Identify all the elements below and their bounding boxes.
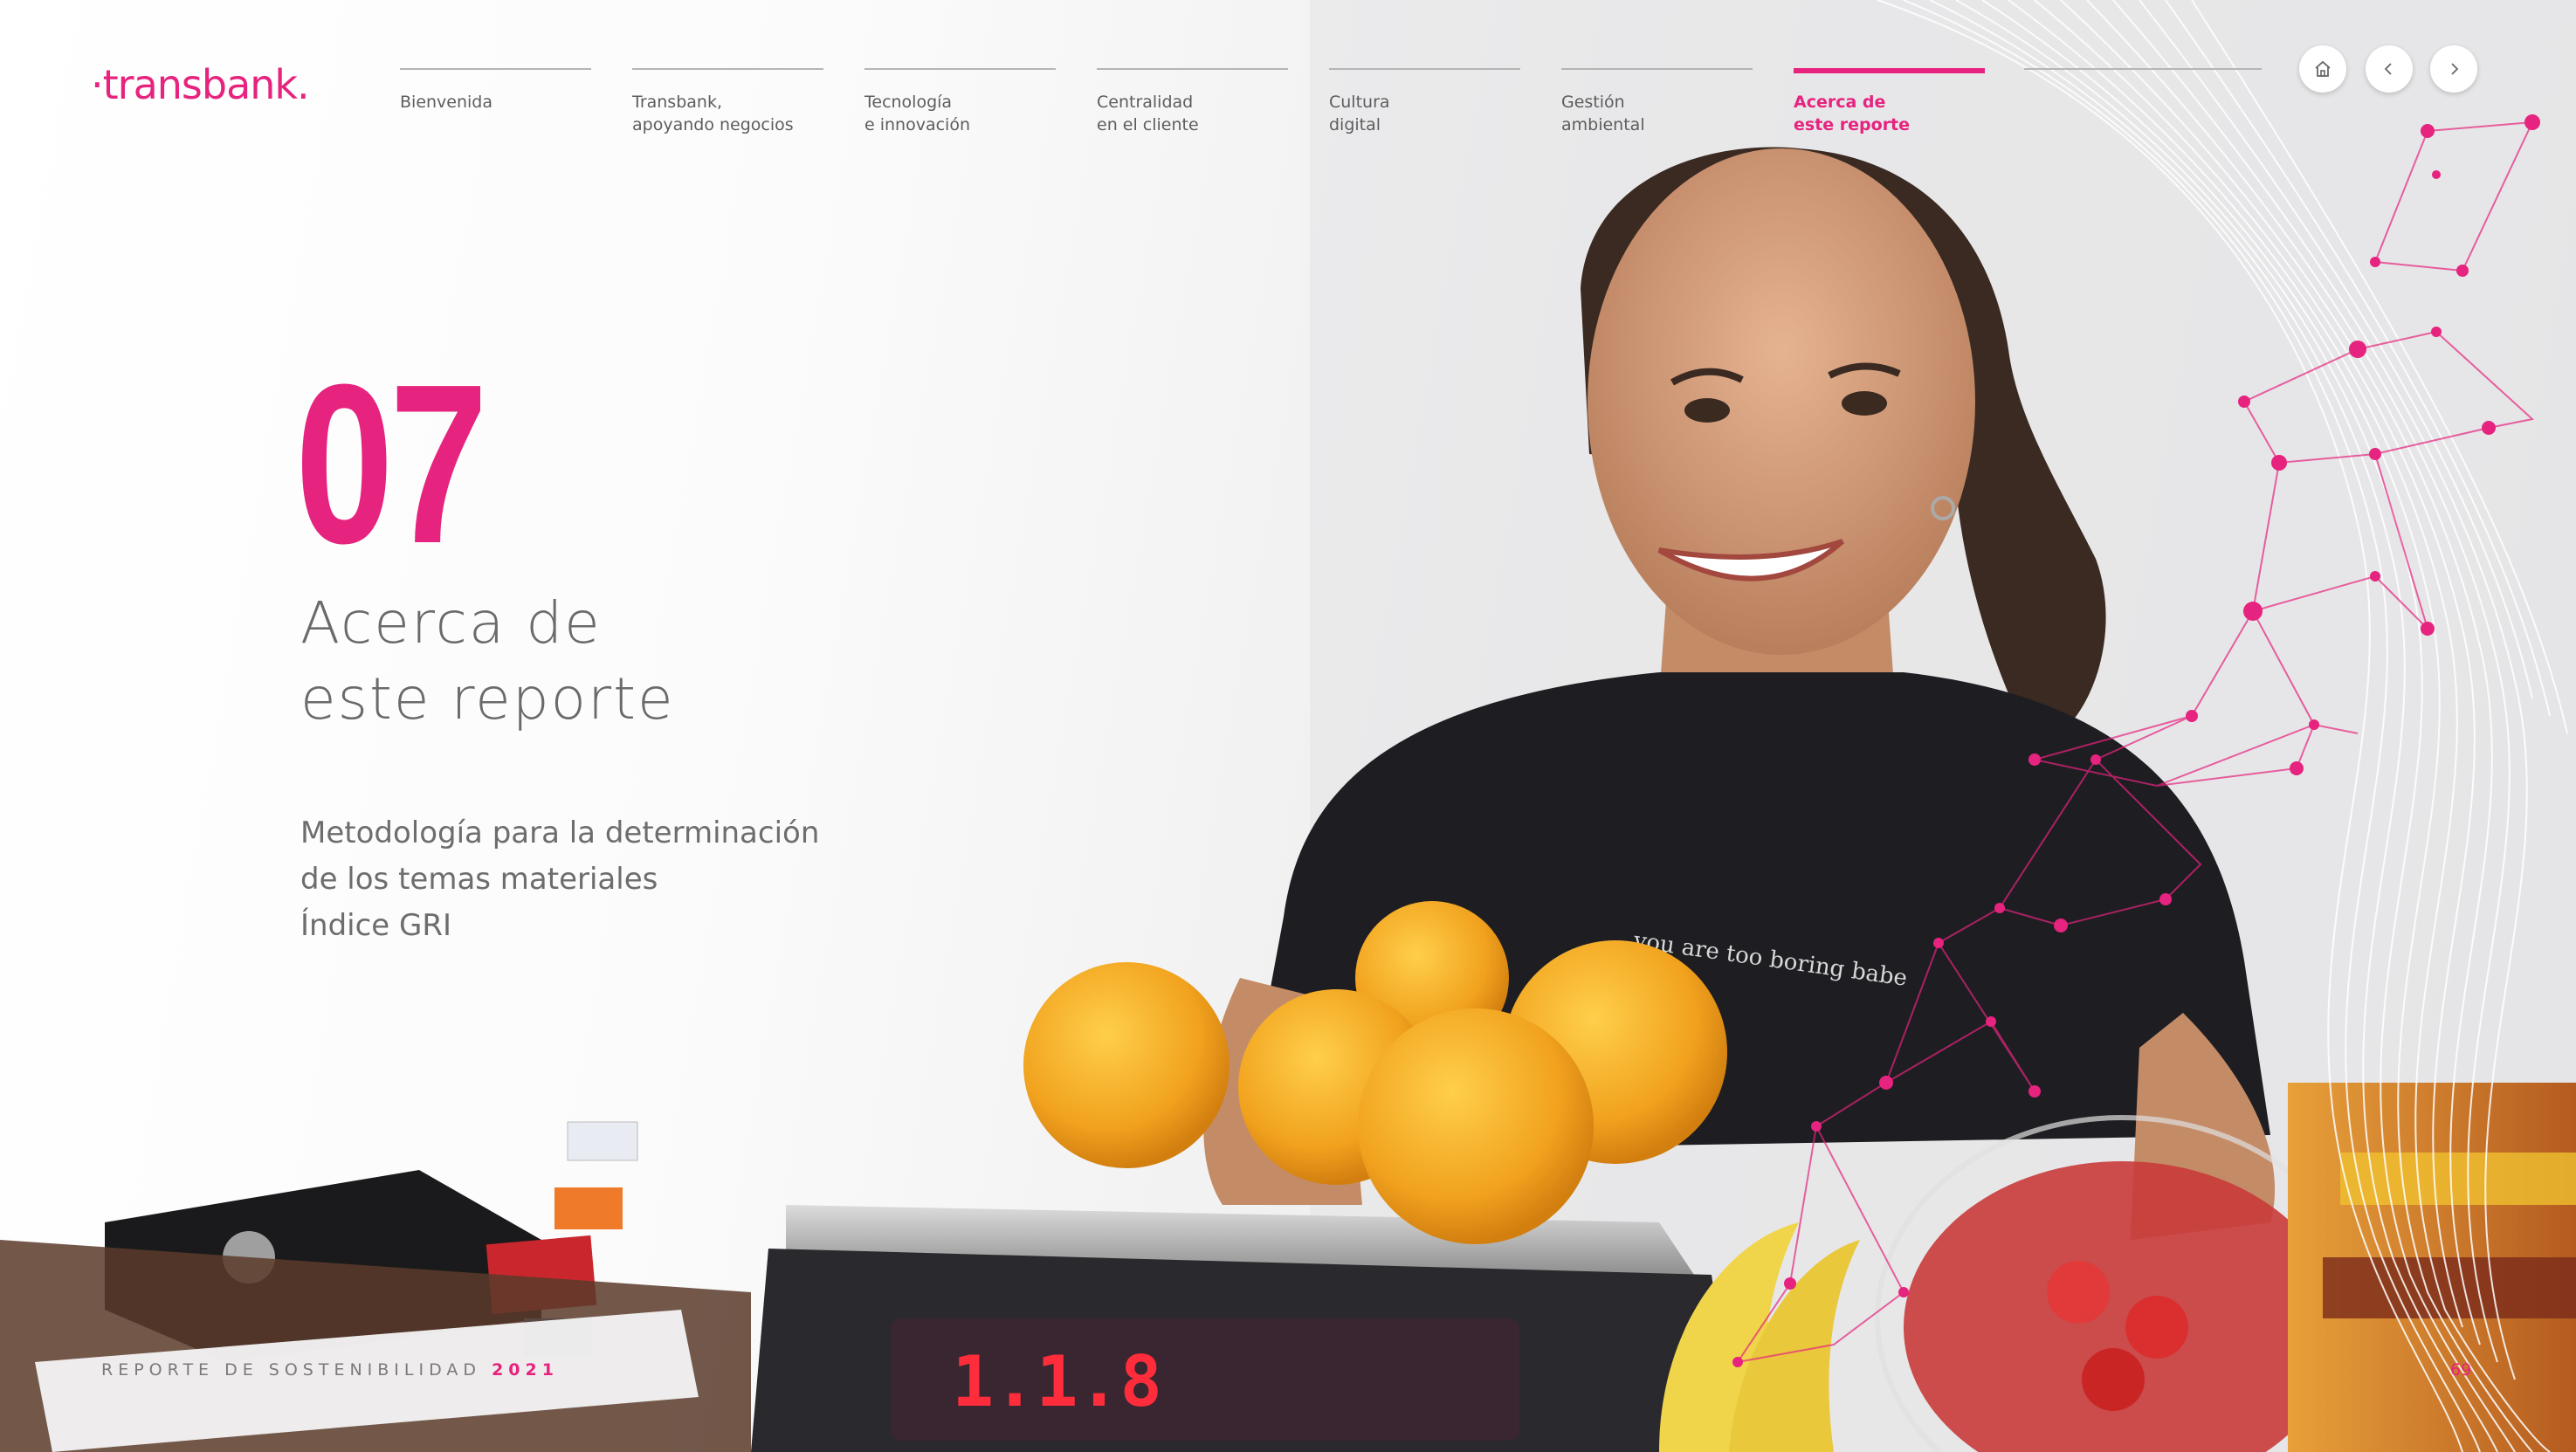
link-indice-gri[interactable]: Índice GRI	[300, 903, 819, 949]
previous-page-button[interactable]	[2366, 45, 2413, 93]
section-nav: Bienvenida Transbank, apoyando negocios …	[400, 68, 1985, 136]
footer-report-year: 2021	[492, 1360, 559, 1380]
link-metodologia-temas-materiales-cont[interactable]: de los temas materiales	[300, 857, 819, 903]
footer-report-title: REPORTE DE SOSTENIBILIDAD 2021	[101, 1360, 559, 1380]
nav-item-label: Transbank,	[632, 93, 722, 112]
nav-divider	[2024, 68, 2262, 70]
nav-item-label: en el cliente	[1097, 115, 1199, 134]
nav-item-acerca-reporte[interactable]: Acerca de este reporte	[1794, 68, 1985, 136]
nav-item-gestion-ambiental[interactable]: Gestión ambiental	[1561, 68, 1753, 136]
chapter-title-line: Acerca de	[300, 589, 602, 657]
nav-item-label: Cultura	[1329, 93, 1390, 112]
nav-item-centralidad-cliente[interactable]: Centralidad en el cliente	[1097, 68, 1288, 136]
nav-item-label: este reporte	[1794, 115, 1911, 134]
nav-item-label: e innovación	[864, 115, 970, 134]
nav-item-label: digital	[1329, 115, 1381, 134]
nav-item-label: Acerca de	[1794, 93, 1886, 112]
nav-item-label: ambiental	[1561, 115, 1645, 134]
chapter-contents: Metodología para la determinación de los…	[300, 810, 819, 949]
chapter-number: 07	[295, 338, 488, 591]
chevron-right-icon	[2451, 63, 2459, 75]
nav-item-bienvenida[interactable]: Bienvenida	[400, 68, 591, 136]
page-number: 69	[2450, 1360, 2472, 1380]
home-icon	[2315, 60, 2331, 77]
link-metodologia-temas-materiales[interactable]: Metodología para la determinación	[300, 810, 819, 857]
scale-display: 1.1.8	[952, 1341, 1162, 1422]
chapter-title-line: este reporte	[300, 665, 675, 733]
chapter-title: Acerca de este reporte	[300, 585, 675, 737]
nav-item-label: apoyando negocios	[632, 115, 794, 134]
home-button[interactable]	[2299, 45, 2346, 93]
nav-item-cultura-digital[interactable]: Cultura digital	[1329, 68, 1520, 136]
page: you are too boring babe 1.1.8 ·transbank…	[0, 0, 2576, 1452]
transbank-logo[interactable]: ·transbank.	[91, 61, 310, 108]
next-page-button[interactable]	[2430, 45, 2477, 93]
nav-item-label: Tecnología	[864, 93, 953, 112]
chevron-left-icon	[2384, 63, 2392, 75]
footer-report-label: REPORTE DE SOSTENIBILIDAD	[101, 1360, 482, 1380]
nav-item-transbank-apoyando-negocios[interactable]: Transbank, apoyando negocios	[632, 68, 823, 136]
nav-item-label: Centralidad	[1097, 93, 1194, 112]
nav-item-label: Bienvenida	[400, 93, 493, 112]
nav-item-label: Gestión	[1561, 93, 1625, 112]
nav-item-tecnologia-innovacion[interactable]: Tecnología e innovación	[864, 68, 1056, 136]
